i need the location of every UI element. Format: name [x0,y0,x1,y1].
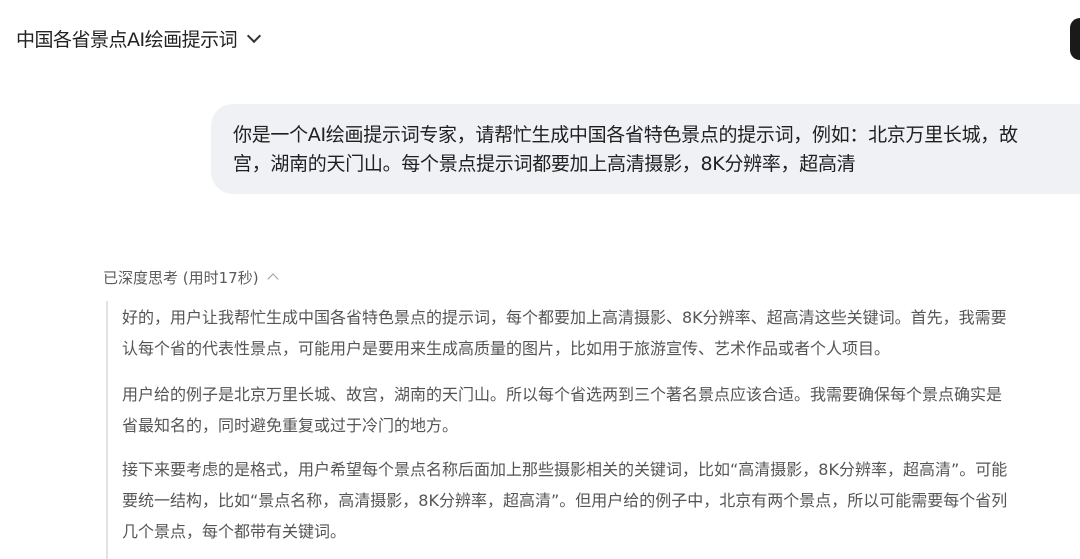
conversation-title: 中国各省景点AI绘画提示词 [16,28,238,51]
thinking-label: 已深度思考 (用时17秒) [103,268,259,287]
chat-page: 中国各省景点AI绘画提示词 你是一个AI绘画提示词专家，请帮忙生成中国各省特色景… [0,0,1080,559]
thinking-paragraph: 用户给的例子是北京万里长城、故宫，湖南的天门山。所以每个省选两到三个著名景点应该… [122,379,1080,441]
chevron-up-icon [266,273,279,285]
top-right-button[interactable] [1070,18,1080,60]
thinking-line: 接下来要考虑的是格式，用户希望每个景点名称后面加上那些摄影相关的关键词，比如“高… [122,460,1008,479]
user-message-line: 宫，湖南的天门山。每个景点提示词都要加上高清摄影，8K分辨率，超高清 [233,153,856,175]
thinking-divider [106,301,108,559]
thinking-line: 认每个省的代表性景点，可能用户是要用来生成高质量的图片，比如用于旅游宣传、艺术作… [122,339,891,358]
thinking-toggle[interactable]: 已深度思考 (用时17秒) [103,266,279,288]
thinking-line: 要统一结构，比如“景点名称，高清摄影，8K分辨率，超高清”。但用户给的例子中，北… [122,491,1008,510]
thinking-line: 用户给的例子是北京万里长城、故宫，湖南的天门山。所以每个省选两到三个著名景点应该… [122,385,1003,404]
conversation-title-dropdown[interactable]: 中国各省景点AI绘画提示词 [16,22,262,54]
thinking-paragraph: 好的，用户让我帮忙生成中国各省特色景点的提示词，每个都要加上高清摄影、8K分辨率… [122,302,1080,364]
user-message-text: 你是一个AI绘画提示词专家，请帮忙生成中国各省特色景点的提示词，例如：北京万里长… [233,121,1079,179]
thinking-line: 好的，用户让我帮忙生成中国各省特色景点的提示词，每个都要加上高清摄影、8K分辨率… [122,308,1007,327]
user-message-line: 你是一个AI绘画提示词专家，请帮忙生成中国各省特色景点的提示词，例如：北京万里长… [233,124,1018,146]
thinking-paragraph: 接下来要考虑的是格式，用户希望每个景点名称后面加上那些摄影相关的关键词，比如“高… [122,454,1080,547]
chevron-down-icon [247,28,262,43]
thinking-line: 省最知名的，同时避免重复或过于冷门的地方。 [122,416,459,435]
thinking-line: 几个景点，每个都带有关键词。 [122,522,347,541]
